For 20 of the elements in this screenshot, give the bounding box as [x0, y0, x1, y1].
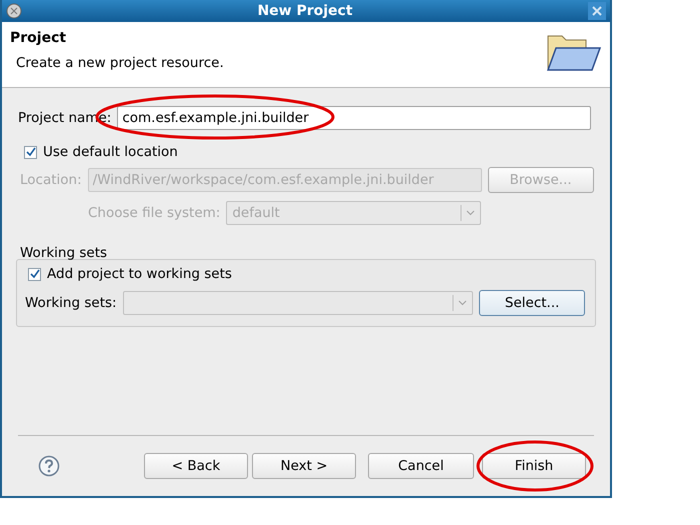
field-label: Choose file system: — [88, 205, 220, 221]
page-description: Create a new project resource. — [16, 55, 224, 71]
field-label: Working sets: — [25, 295, 117, 311]
dialog-button[interactable]: Finish — [482, 453, 586, 479]
dialog-button[interactable]: Next > — [252, 453, 356, 479]
group-title: Working sets — [20, 245, 108, 261]
window-title: New Project — [257, 3, 353, 19]
dialog-button[interactable]: < Back — [144, 453, 248, 479]
checkbox-label: Add project to working sets — [47, 266, 232, 282]
page-title: Project — [10, 30, 68, 46]
window-menu-icon[interactable] — [6, 3, 22, 19]
help-icon[interactable] — [38, 455, 60, 477]
checkbox-label: Use default location — [43, 144, 178, 160]
dialog-button[interactable]: Cancel — [368, 453, 474, 479]
checkbox[interactable] — [24, 146, 37, 158]
select-button[interactable]: Select... — [479, 290, 585, 316]
close-icon[interactable] — [588, 2, 606, 20]
project-name-field[interactable]: com.esf.example.jni.builder — [117, 106, 592, 130]
field-label: Location: — [20, 172, 82, 188]
checkbox[interactable] — [28, 268, 41, 280]
